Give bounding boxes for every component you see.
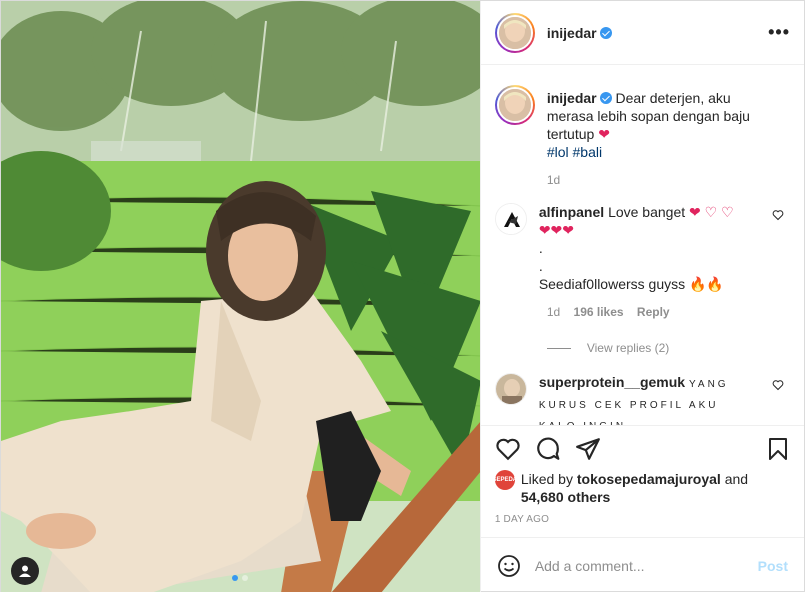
view-replies-button[interactable]: View replies (2) — [546, 341, 790, 355]
post-actions: SEPEDA Liked by tokosepedamajuroyal and … — [480, 425, 804, 537]
heart-emoji: ❤ — [598, 126, 610, 142]
caption-username[interactable]: inijedar — [547, 90, 597, 106]
post-photo[interactable] — [1, 1, 480, 592]
liker-username[interactable]: tokosepedamajuroyal — [577, 471, 721, 487]
comment-text: alfinpanel Love banget ❤ ♡ ♡ ❤❤❤ . . See… — [539, 203, 749, 293]
likes-summary: SEPEDA Liked by tokosepedamajuroyal and … — [492, 470, 790, 506]
author-avatar[interactable] — [494, 12, 535, 53]
comment-username[interactable]: alfinpanel — [539, 204, 604, 220]
post-comment-button[interactable]: Post — [758, 558, 788, 574]
comment-like-heart-icon[interactable] — [772, 209, 784, 221]
post-side-panel: inijedar ••• inijedar Dear deterjen, aku… — [479, 1, 804, 592]
comment-like-heart-icon[interactable] — [772, 379, 784, 391]
replies-divider — [546, 347, 571, 349]
author-username[interactable]: inijedar — [547, 25, 597, 41]
comment-age: 1d — [546, 305, 561, 319]
heart-emojis: ❤ ♡ ♡ — [689, 204, 734, 220]
reply-button[interactable]: Reply — [637, 305, 670, 319]
comment-body-line3: Seediaf0llowerss guyss — [538, 276, 686, 292]
fire-emojis: 🔥🔥 — [689, 276, 724, 292]
commenter-avatar[interactable] — [494, 373, 527, 405]
photo-illustration — [1, 1, 480, 592]
post-header: inijedar ••• — [480, 1, 804, 65]
instagram-post: inijedar ••• inijedar Dear deterjen, aku… — [0, 0, 805, 592]
caption-text: inijedar Dear deterjen, aku merasa lebih… — [547, 89, 757, 161]
likes-others-count[interactable]: 54,680 others — [521, 489, 611, 505]
comment-likes-count[interactable]: 196 likes — [574, 305, 624, 319]
post-timestamp[interactable]: 1 DAY AGO — [495, 514, 790, 525]
likes-and: and — [724, 471, 749, 487]
comment-username[interactable]: superprotein__gemuk — [539, 374, 685, 390]
comment-meta: 1d 196 likes Reply — [547, 305, 790, 319]
caption-meta: 1d — [547, 173, 790, 187]
liker-avatar[interactable]: SEPEDA — [492, 470, 517, 490]
author-avatar-image — [498, 16, 531, 49]
like-heart-icon[interactable] — [495, 436, 521, 462]
commenter-logo-icon — [495, 204, 526, 234]
more-options-icon[interactable]: ••• — [768, 22, 790, 43]
verified-badge-icon — [599, 92, 612, 104]
emoji-smiley-icon[interactable] — [497, 554, 521, 578]
comment-dot: . — [538, 258, 543, 274]
heart-emojis-row: ❤❤❤ — [538, 222, 575, 238]
caption-age: 1d — [546, 173, 561, 187]
caption: inijedar Dear deterjen, aku merasa lebih… — [494, 85, 790, 161]
save-bookmark-icon[interactable] — [766, 436, 790, 462]
comment-item: superprotein__gemuk YANG KURUS CEK PROFI… — [494, 373, 790, 425]
view-replies-label: View replies (2) — [586, 341, 670, 355]
comment-item: alfinpanel Love banget ❤ ♡ ♡ ❤❤❤ . . See… — [494, 203, 790, 293]
likes-text: Liked by tokosepedamajuroyal and 54,680 … — [521, 470, 748, 506]
comment-text: superprotein__gemuk YANG KURUS CEK PROFI… — [539, 373, 749, 425]
comment-dot: . — [538, 240, 543, 256]
comment-bubble-icon[interactable] — [535, 436, 561, 462]
caption-avatar[interactable] — [494, 85, 535, 125]
verified-badge-icon — [599, 26, 612, 39]
caption-avatar-image — [498, 89, 531, 121]
carousel-indicator — [1, 575, 480, 581]
add-comment-bar: Post — [480, 537, 804, 592]
action-icons — [495, 436, 790, 462]
carousel-dot-active — [232, 575, 239, 581]
comments-list: inijedar Dear deterjen, aku merasa lebih… — [481, 65, 804, 425]
comment-body-line1: Love banget — [608, 204, 686, 220]
carousel-dot — [242, 575, 249, 581]
comment-input[interactable] — [534, 557, 758, 574]
hashtag-lol[interactable]: #lol — [547, 144, 569, 160]
likes-prefix: Liked by — [520, 471, 573, 487]
share-send-icon[interactable] — [575, 436, 601, 462]
hashtag-bali[interactable]: #bali — [573, 144, 603, 160]
commenter-avatar[interactable] — [494, 203, 527, 235]
commenter-avatar-image — [495, 374, 526, 404]
